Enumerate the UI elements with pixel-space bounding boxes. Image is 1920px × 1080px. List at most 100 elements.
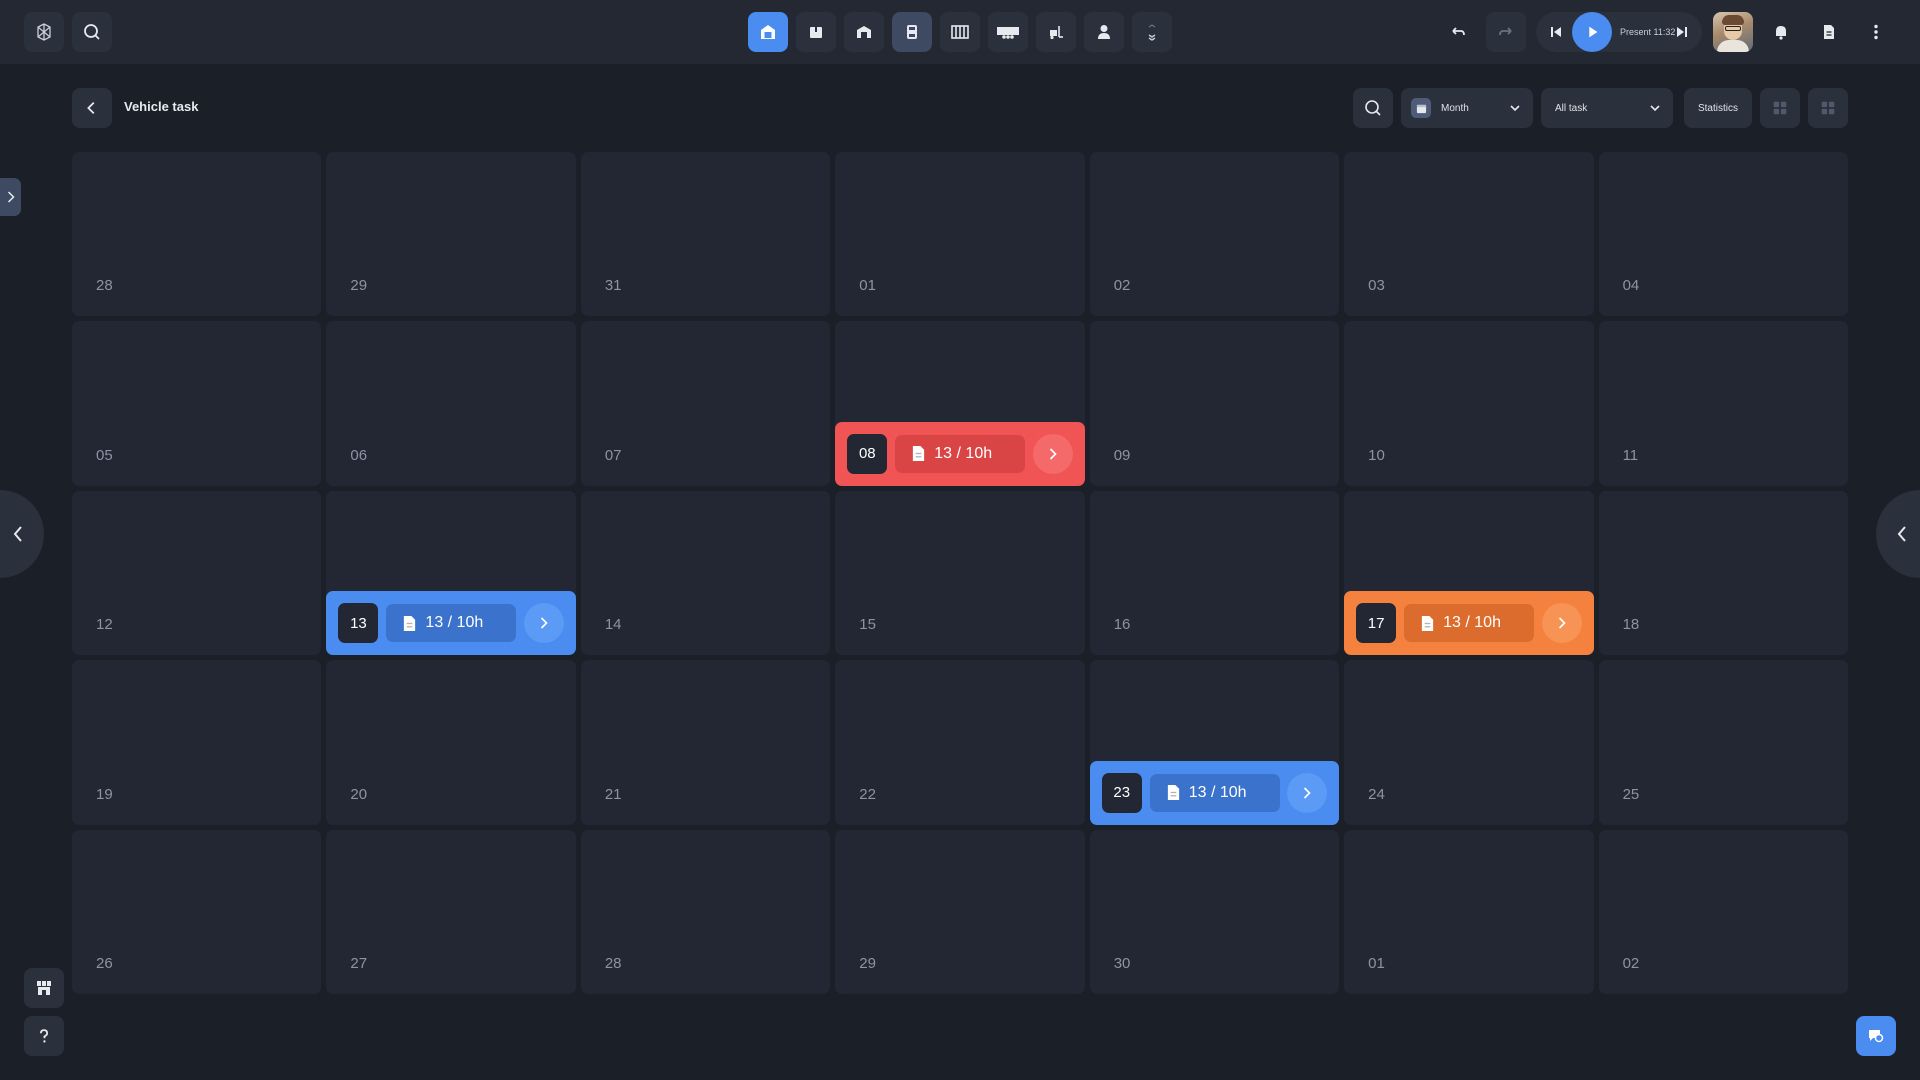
- day-number: 19: [96, 785, 113, 803]
- calendar-day-cell[interactable]: 22: [835, 660, 1085, 825]
- redo-icon[interactable]: [1486, 12, 1526, 52]
- calendar-day-cell[interactable]: 10: [1344, 321, 1594, 486]
- day-number: 24: [1368, 785, 1385, 803]
- grid-view-icon[interactable]: [1760, 88, 1800, 128]
- forklift-icon[interactable]: [1036, 12, 1076, 52]
- day-number: 10: [1368, 446, 1385, 464]
- calendar-day-cell[interactable]: 09: [1089, 321, 1340, 486]
- help-icon[interactable]: [24, 1016, 64, 1056]
- vehicle-icon[interactable]: [892, 12, 932, 52]
- calendar-day-cell[interactable]: 14: [580, 490, 831, 656]
- logo-icon[interactable]: [24, 12, 64, 52]
- back-button[interactable]: [72, 88, 112, 128]
- bell-icon[interactable]: [1761, 12, 1801, 52]
- view-select-value: Month: [1441, 102, 1469, 114]
- day-number: 04: [1622, 277, 1640, 295]
- play-icon[interactable]: [1572, 12, 1612, 52]
- calendar-day-cell[interactable]: 13 13 / 10h: [326, 490, 576, 656]
- calendar-day-cell[interactable]: 18: [1598, 490, 1848, 656]
- calendar-day-cell[interactable]: 17 13 / 10h: [1344, 490, 1594, 656]
- person-icon[interactable]: [1084, 12, 1124, 52]
- statistics-button[interactable]: Statistics: [1684, 88, 1752, 128]
- calendar-day-cell[interactable]: 28: [72, 152, 322, 317]
- calendar-day-cell[interactable]: 27: [326, 829, 576, 994]
- task-summary-text: 13 / 10h: [934, 444, 993, 462]
- calendar-day-cell[interactable]: 12: [72, 490, 322, 656]
- day-number: 29: [859, 954, 876, 972]
- open-task-button[interactable]: [1287, 772, 1328, 813]
- day-number: 12: [96, 616, 113, 634]
- calendar-day-cell[interactable]: 16: [1089, 490, 1340, 656]
- calendar-day-cell[interactable]: 05: [72, 321, 322, 486]
- calendar-day-cell[interactable]: 03: [1344, 152, 1594, 317]
- store-icon[interactable]: [24, 968, 64, 1008]
- view-select[interactable]: Month: [1401, 88, 1533, 128]
- grid-large-view-icon[interactable]: [1808, 88, 1848, 128]
- expand-icon[interactable]: [1132, 12, 1172, 52]
- calendar-day-cell[interactable]: 21: [580, 660, 831, 825]
- calendar-day-cell[interactable]: 02: [1089, 152, 1340, 317]
- calendar-day-cell[interactable]: 23 13 / 10h: [1089, 660, 1340, 825]
- skip-back-icon[interactable]: [1536, 12, 1576, 52]
- calendar-day-cell[interactable]: 11: [1598, 321, 1848, 486]
- day-number: 14: [604, 616, 622, 634]
- open-task-button[interactable]: [1032, 433, 1073, 474]
- truck-icon[interactable]: [988, 12, 1028, 52]
- calendar-day-cell[interactable]: 25: [1598, 660, 1848, 825]
- task-filter-select[interactable]: All task: [1541, 88, 1673, 128]
- skip-forward-icon[interactable]: [1662, 12, 1702, 52]
- more-icon[interactable]: [1856, 12, 1896, 52]
- calendar-day-cell[interactable]: 01: [835, 152, 1085, 317]
- warehouse-icon[interactable]: [844, 12, 884, 52]
- undo-icon[interactable]: [1438, 12, 1478, 52]
- calendar-day-cell[interactable]: 15: [835, 490, 1085, 656]
- calendar-day-cell[interactable]: 04: [1598, 152, 1848, 317]
- task-card[interactable]: 08 13 / 10h: [835, 421, 1085, 486]
- day-number: 18: [1622, 616, 1640, 634]
- calendar-day-cell[interactable]: 24: [1344, 660, 1594, 825]
- calendar-day-cell[interactable]: 01: [1344, 829, 1594, 994]
- task-card[interactable]: 17 13 / 10h: [1344, 591, 1594, 656]
- garage-icon[interactable]: [748, 12, 788, 52]
- calendar-day-cell[interactable]: 26: [72, 829, 322, 994]
- rack-icon[interactable]: [940, 12, 980, 52]
- next-month-button[interactable]: [1876, 490, 1920, 578]
- day-number: 25: [1622, 785, 1640, 803]
- day-number: 06: [350, 446, 368, 464]
- task-card[interactable]: 13 13 / 10h: [326, 591, 576, 656]
- day-number: 01: [859, 277, 876, 295]
- task-filter-value: All task: [1555, 102, 1588, 114]
- calendar-day-cell[interactable]: 06: [326, 321, 576, 486]
- search-icon[interactable]: [72, 12, 112, 52]
- document-icon: [913, 446, 925, 462]
- calendar-day-cell[interactable]: 20: [326, 660, 576, 825]
- chevron-right-icon: [540, 617, 548, 629]
- calendar-day-cell[interactable]: 29: [326, 152, 576, 317]
- calendar-day-cell[interactable]: 07: [580, 321, 831, 486]
- chevron-right-icon: [1558, 617, 1566, 629]
- top-bar: Present 11:32: [0, 0, 1920, 64]
- calendar-day-cell[interactable]: 19: [72, 660, 322, 825]
- document-icon: [404, 615, 416, 631]
- open-task-button[interactable]: [1541, 603, 1582, 644]
- calendar-day-cell[interactable]: 28: [580, 829, 831, 994]
- box-icon[interactable]: [796, 12, 836, 52]
- day-number: 02: [1622, 954, 1640, 972]
- calendar-day-cell[interactable]: 31: [580, 152, 831, 317]
- day-number: 16: [1113, 616, 1131, 634]
- calendar-search-button[interactable]: [1353, 88, 1393, 128]
- previous-month-button[interactable]: [0, 490, 44, 578]
- calendar-day-cell[interactable]: 29: [835, 829, 1085, 994]
- expand-sidebar-button[interactable]: [0, 178, 21, 216]
- chevron-left-icon: [13, 526, 22, 542]
- task-card[interactable]: 23 13 / 10h: [1089, 760, 1340, 825]
- document-icon[interactable]: [1809, 12, 1849, 52]
- calendar-day-cell[interactable]: 08 13 / 10h: [835, 321, 1085, 486]
- task-summary-text: 13 / 10h: [1443, 614, 1501, 632]
- calendar-day-cell[interactable]: 02: [1598, 829, 1848, 994]
- task-summary-text: 13 / 10h: [425, 614, 484, 632]
- open-task-button[interactable]: [523, 603, 564, 644]
- chat-icon[interactable]: [1856, 1016, 1896, 1056]
- avatar[interactable]: [1713, 12, 1753, 52]
- calendar-day-cell[interactable]: 30: [1089, 829, 1340, 994]
